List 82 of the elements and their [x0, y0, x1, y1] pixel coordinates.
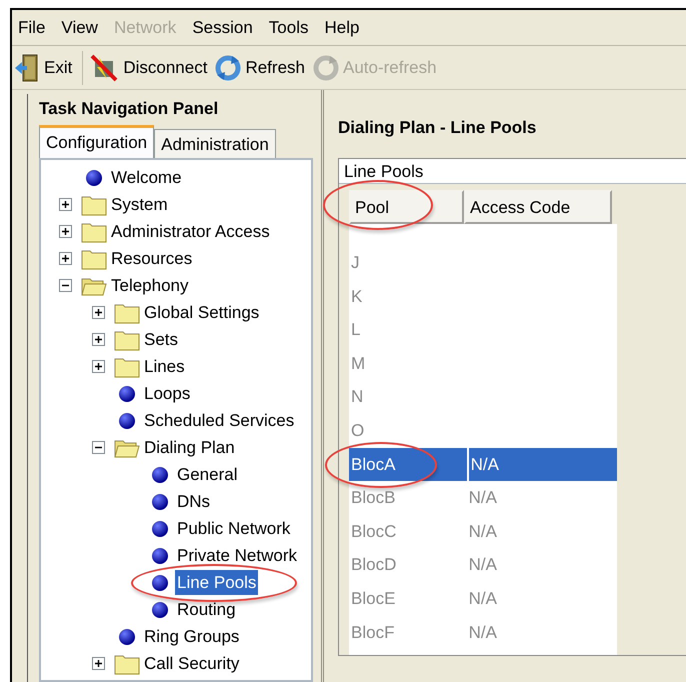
table-cell-text: N/A: [468, 554, 498, 576]
tree-item[interactable]: General: [175, 462, 240, 488]
table-cell-text: N/A: [468, 487, 498, 510]
folder-icon: [114, 356, 140, 378]
table-cell-text: BlocC: [350, 520, 398, 543]
bullet-icon: [151, 574, 169, 592]
bullet-icon: [118, 412, 136, 430]
door-icon: [14, 52, 40, 82]
expand-icon[interactable]: [92, 306, 104, 319]
tree-item[interactable]: Telephony: [109, 272, 191, 298]
tree-item[interactable]: Resources: [109, 246, 194, 272]
menu-item[interactable]: File: [16, 14, 56, 40]
folder-icon: [114, 328, 140, 350]
tree-item[interactable]: Administrator Access: [109, 218, 272, 244]
folder-icon: [114, 652, 140, 674]
bullet-icon: [151, 520, 169, 538]
tree-item[interactable]: System: [109, 192, 170, 218]
tree-item[interactable]: Public Network: [175, 516, 292, 542]
expand-icon[interactable]: [92, 360, 104, 373]
table-cell: N/A: [466, 448, 617, 482]
bullet-icon: [118, 384, 136, 402]
collapse-icon[interactable]: [58, 279, 72, 292]
expand-icon[interactable]: [92, 657, 104, 670]
column-header[interactable]: Pool: [349, 190, 464, 224]
tree-item[interactable]: Call Security: [142, 650, 242, 676]
table-cell-text: BlocF: [350, 622, 396, 644]
folder-icon: [114, 302, 140, 324]
bullet-icon: [118, 628, 136, 646]
bullet-icon: [151, 546, 169, 564]
table-cell-text: BlocA: [350, 454, 396, 476]
bullet-icon: [85, 168, 103, 186]
table-cell-text: L: [350, 319, 362, 342]
table-title: Line Pools: [339, 159, 686, 183]
table-cell-text: O: [350, 420, 366, 442]
tab[interactable]: Configuration: [39, 125, 154, 158]
tree-item[interactable]: Line Pools: [175, 570, 258, 596]
table-cell-text: N/A: [468, 622, 498, 644]
table-cell-text: N/A: [468, 588, 498, 610]
tree-item[interactable]: Welcome: [109, 164, 184, 190]
column-header[interactable]: Access Code: [464, 190, 612, 224]
table-cell-text: M: [350, 352, 366, 375]
expand-icon[interactable]: [58, 225, 72, 238]
folder-icon: [81, 220, 107, 242]
panel-title: Task Navigation Panel: [39, 98, 220, 120]
bullet-icon: [151, 466, 169, 484]
collapse-icon[interactable]: [92, 441, 104, 454]
disconnect-icon: [89, 52, 120, 82]
content-title: Dialing Plan - Line Pools: [338, 117, 538, 140]
folder-icon: [81, 248, 107, 270]
table-cell-text: N/A: [468, 520, 498, 543]
bullet-icon: [151, 492, 169, 510]
tree-item[interactable]: Dialing Plan: [142, 434, 237, 460]
toolbar-button[interactable]: Refresh: [213, 52, 311, 82]
tree-item[interactable]: Sets: [142, 326, 180, 352]
bullet-icon: [151, 600, 169, 618]
menu-item[interactable]: Help: [322, 14, 370, 40]
toolbar-button[interactable]: Disconnect: [87, 50, 214, 84]
table-cell-text: BlocD: [350, 554, 398, 576]
tree-item[interactable]: Routing: [175, 596, 238, 622]
table-cell-text: BlocB: [350, 487, 396, 510]
menu-item[interactable]: View: [59, 14, 108, 40]
tree-item[interactable]: DNs: [175, 488, 212, 514]
refresh-icon: [215, 54, 242, 80]
table-cell-text: BlocE: [350, 588, 396, 610]
tree-item[interactable]: Private Network: [175, 542, 299, 568]
tab[interactable]: Administration: [154, 129, 276, 158]
expand-icon[interactable]: [58, 252, 72, 265]
expand-icon[interactable]: [92, 333, 104, 346]
tree-item[interactable]: Global Settings: [142, 300, 262, 326]
table-cell-text: N: [350, 386, 364, 408]
menu-item[interactable]: Session: [190, 14, 263, 40]
tree-item[interactable]: Scheduled Services: [142, 408, 296, 434]
refresh-icon: [312, 54, 339, 80]
folder-icon: [81, 194, 107, 216]
tree-item[interactable]: Loops: [142, 380, 192, 406]
tree-item[interactable]: Lines: [142, 354, 187, 380]
expand-icon[interactable]: [58, 198, 72, 211]
toolbar-button[interactable]: Exit: [12, 50, 78, 84]
table-cell-text: J: [350, 252, 360, 274]
tree-item[interactable]: Ring Groups: [142, 624, 242, 650]
menu-item[interactable]: Tools: [266, 14, 318, 40]
table-cell-text: K: [350, 286, 364, 308]
